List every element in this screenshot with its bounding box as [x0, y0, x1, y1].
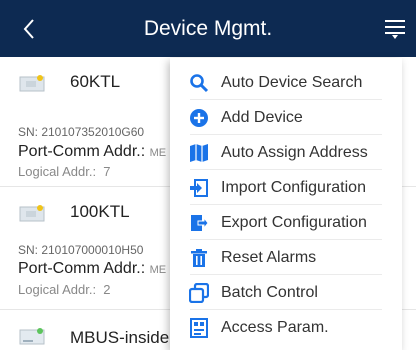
- export-icon: [191, 215, 209, 231]
- search-icon: [190, 74, 209, 93]
- menu-item-export-configuration[interactable]: Export Configuration: [170, 205, 402, 240]
- port-value: ME: [149, 264, 167, 276]
- logical-label: Logical Addr.:: [18, 282, 97, 297]
- menu-button[interactable]: [384, 17, 406, 39]
- menu-item-auto-assign-address[interactable]: Auto Assign Address: [170, 135, 402, 170]
- map-icon: [190, 144, 208, 162]
- port-value: ME: [149, 147, 167, 159]
- device-name: 60KTL: [70, 72, 121, 91]
- port-label: Port-Comm Addr.:: [18, 260, 146, 277]
- device-sn: SN: 210107352010G60: [18, 125, 145, 139]
- device-name: 100KTL: [70, 202, 130, 221]
- menu-item-batch-control[interactable]: Batch Control: [170, 275, 402, 310]
- device-logical-addr: Logical Addr.: 7: [18, 164, 111, 179]
- top-bar: Device Mgmt.: [0, 0, 416, 57]
- trash-icon: [191, 249, 207, 267]
- logical-label: Logical Addr.:: [18, 164, 97, 179]
- device-sn: SN: 210107000010H50: [18, 243, 144, 257]
- device-logical-addr: Logical Addr.: 2: [18, 282, 111, 297]
- menu-item-label: Auto Assign Address: [221, 144, 368, 161]
- menu-item-label: Auto Device Search: [221, 74, 363, 91]
- menu-item-access-param[interactable]: Access Param.: [170, 310, 402, 345]
- menu-item-add-device[interactable]: Add Device: [170, 100, 402, 135]
- menu-item-label: Reset Alarms: [221, 249, 317, 266]
- menu-item-label: Add Device: [221, 109, 303, 126]
- menu-item-label: Access Param.: [221, 319, 329, 336]
- device-name: MBUS-inside: [70, 328, 170, 347]
- port-label: Port-Comm Addr.:: [18, 143, 146, 160]
- menu-item-label: Import Configuration: [221, 179, 366, 196]
- logical-value: 7: [103, 164, 111, 179]
- menu-item-import-configuration[interactable]: Import Configuration: [170, 170, 402, 205]
- device-port-addr: Port-Comm Addr.: ME: [18, 260, 166, 278]
- page-title: Device Mgmt.: [143, 17, 273, 40]
- logical-value: 2: [103, 282, 111, 297]
- import-icon: [190, 179, 208, 197]
- access-icon: [190, 318, 208, 338]
- batch-icon: [189, 283, 209, 303]
- filter-menu-icon: [385, 20, 405, 39]
- inverter-icon: [19, 75, 45, 92]
- inverter-icon: [19, 205, 45, 222]
- menu-item-label: Export Configuration: [221, 214, 367, 231]
- mbus-device-icon: [19, 328, 45, 345]
- menu-item-auto-device-search[interactable]: Auto Device Search: [170, 65, 402, 100]
- plus-circle-icon: [190, 109, 208, 127]
- action-menu: Auto Device Search Add Device Auto Assig…: [170, 58, 402, 350]
- menu-item-label: Batch Control: [221, 284, 318, 301]
- device-port-addr: Port-Comm Addr.: ME: [18, 143, 166, 161]
- menu-item-reset-alarms[interactable]: Reset Alarms: [170, 240, 402, 275]
